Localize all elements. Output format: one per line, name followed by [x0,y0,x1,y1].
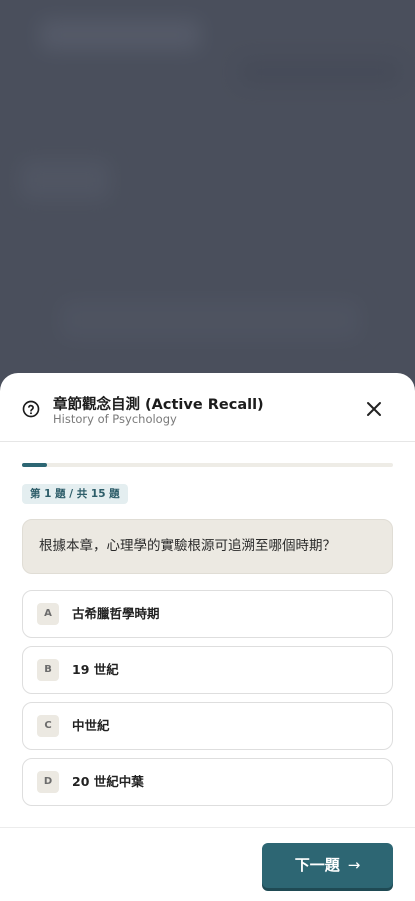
option-b[interactable]: B 19 世紀 [22,646,393,694]
arrow-right-icon: → [347,856,361,874]
option-label: 19 世紀 [72,662,119,677]
option-c[interactable]: C 中世紀 [22,702,393,750]
option-label: 20 世紀中葉 [72,774,144,789]
option-letter-badge: C [37,715,59,737]
option-a[interactable]: A 古希臘哲學時期 [22,590,393,638]
dialog-subtitle: History of Psychology [53,412,177,426]
blurred-content [40,20,200,50]
blurred-content [240,60,400,84]
option-letter-badge: D [37,771,59,793]
close-icon[interactable] [362,397,386,421]
option-label: 中世紀 [72,718,110,733]
dialog-header: 章節觀念自測 (Active Recall) History of Psycho… [0,373,415,442]
progress-bar-fill [22,463,47,467]
active-recall-dialog: 章節觀念自測 (Active Recall) History of Psycho… [0,373,415,900]
help-circle-icon [22,400,40,418]
blurred-content [60,300,360,340]
option-letter-badge: A [37,603,59,625]
option-letter-badge: B [37,659,59,681]
dialog-title: 章節觀念自測 (Active Recall) [53,397,264,413]
option-d[interactable]: D 20 世紀中葉 [22,758,393,806]
option-label: 古希臘哲學時期 [72,606,160,621]
progress-bar [22,463,393,467]
next-question-button[interactable]: 下一題 → [262,843,393,888]
question-counter-badge: 第 1 題 / 共 15 題 [22,484,128,504]
next-button-label: 下一題 [294,856,340,874]
question-text: 根據本章，心理學的實驗根源可追溯至哪個時期？ [22,519,393,574]
blurred-content [20,160,110,200]
dialog-footer: 下一題 → [0,827,415,901]
